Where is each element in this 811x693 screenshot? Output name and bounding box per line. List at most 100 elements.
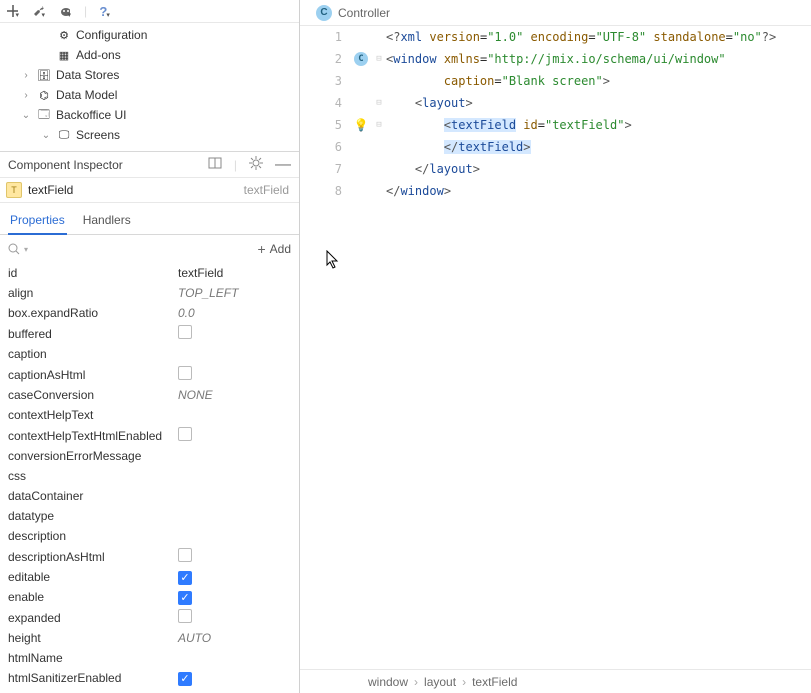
tree-item-data-stores[interactable]: ›🗄Data Stores bbox=[0, 65, 299, 85]
code-content[interactable]: <?xml version="1.0" encoding="UTF-8" sta… bbox=[386, 26, 811, 669]
property-caseConversion[interactable]: caseConversionNONE bbox=[0, 385, 293, 405]
tree-item-configuration[interactable]: ⚙ Configuration bbox=[0, 25, 299, 45]
tree-label: Backoffice UI bbox=[56, 108, 126, 122]
property-captionAsHtml[interactable]: captionAsHtml bbox=[0, 364, 293, 385]
search-input[interactable]: ▾ bbox=[8, 243, 28, 255]
tree-item-data-model[interactable]: ›⌬Data Model bbox=[0, 85, 299, 105]
property-enable[interactable]: enable bbox=[0, 587, 293, 607]
checkbox[interactable] bbox=[178, 609, 192, 623]
property-htmlName[interactable]: htmlName bbox=[0, 648, 293, 668]
checkbox[interactable] bbox=[178, 591, 192, 605]
property-name: datatype bbox=[8, 509, 178, 523]
property-value: TOP_LEFT bbox=[178, 286, 293, 300]
tree-label: Add-ons bbox=[76, 48, 121, 62]
property-name: buffered bbox=[8, 327, 178, 341]
checkbox[interactable] bbox=[178, 672, 192, 686]
tree-item-add-ons[interactable]: ▦Add-ons bbox=[0, 45, 299, 65]
property-value: 0.0 bbox=[178, 306, 293, 320]
property-descriptionAsHtml[interactable]: descriptionAsHtml bbox=[0, 546, 293, 567]
code-line-7[interactable]: </layout> bbox=[386, 158, 811, 180]
code-line-2[interactable]: <window xmlns="http://jmix.io/schema/ui/… bbox=[386, 48, 811, 70]
wrench-icon[interactable]: ▾ bbox=[32, 3, 48, 19]
property-icon[interactable]: icon bbox=[0, 688, 293, 693]
dm-icon: ⌬ bbox=[36, 87, 52, 103]
plus-icon[interactable]: ▾ bbox=[6, 3, 22, 19]
tree-item-screens[interactable]: ⌄🖵Screens bbox=[0, 125, 299, 145]
object-name: textField bbox=[28, 183, 73, 197]
property-dataContainer[interactable]: dataContainer bbox=[0, 486, 293, 506]
tab-handlers[interactable]: Handlers bbox=[81, 209, 133, 234]
tree-label: Data Stores bbox=[56, 68, 119, 82]
property-name: dataContainer bbox=[8, 489, 178, 503]
property-conversionErrorMessage[interactable]: conversionErrorMessage bbox=[0, 446, 293, 466]
inspector-tabs: Properties Handlers bbox=[0, 203, 299, 235]
code-line-3[interactable]: caption="Blank screen"> bbox=[386, 70, 811, 92]
code-line-4[interactable]: <layout> bbox=[386, 92, 811, 114]
checkbox[interactable] bbox=[178, 571, 192, 585]
class-marker-icon[interactable]: C bbox=[354, 52, 368, 66]
add-button[interactable]: + Add bbox=[257, 241, 291, 257]
tab-controller[interactable]: C Controller bbox=[308, 2, 398, 24]
property-name: htmlSanitizerEnabled bbox=[8, 671, 178, 685]
inspector-object-row[interactable]: T textField textField bbox=[0, 178, 299, 203]
tree-item-backoffice-ui[interactable]: ⌄🗔Backoffice UI bbox=[0, 105, 299, 125]
search-icon bbox=[8, 243, 20, 255]
chevron-icon bbox=[40, 49, 52, 61]
property-caption[interactable]: caption bbox=[0, 344, 293, 364]
gutter-icons: C💡 bbox=[350, 26, 372, 669]
property-align[interactable]: alignTOP_LEFT bbox=[0, 283, 293, 303]
code-line-1[interactable]: <?xml version="1.0" encoding="UTF-8" sta… bbox=[386, 26, 811, 48]
property-contextHelpText[interactable]: contextHelpText bbox=[0, 405, 293, 425]
tree-label: Data Model bbox=[56, 88, 117, 102]
property-id[interactable]: idtextField bbox=[0, 263, 293, 283]
minimize-icon[interactable]: — bbox=[275, 156, 291, 174]
property-buffered[interactable]: buffered bbox=[0, 323, 293, 344]
checkbox[interactable] bbox=[178, 325, 192, 339]
line-numbers: 12345678 bbox=[300, 26, 350, 669]
property-name: enable bbox=[8, 590, 178, 604]
property-css[interactable]: css bbox=[0, 466, 293, 486]
editor-panel: C Controller 12345678 C💡 ⊟⊟⊟ <?xml versi… bbox=[300, 0, 811, 693]
breadcrumb: window›layout›textField bbox=[300, 669, 811, 693]
property-name: box.expandRatio bbox=[8, 306, 178, 320]
checkbox[interactable] bbox=[178, 548, 192, 562]
property-name: descriptionAsHtml bbox=[8, 550, 178, 564]
property-description[interactable]: description bbox=[0, 526, 293, 546]
object-type: textField bbox=[244, 183, 289, 197]
property-htmlSanitizerEnabled[interactable]: htmlSanitizerEnabled bbox=[0, 668, 293, 688]
window-icon[interactable] bbox=[208, 157, 222, 172]
breadcrumb-window[interactable]: window bbox=[368, 675, 408, 689]
chevron-right-icon: › bbox=[462, 675, 466, 689]
property-value: textField bbox=[178, 266, 293, 280]
tree-label: Configuration bbox=[76, 28, 147, 42]
code-editor[interactable]: 12345678 C💡 ⊟⊟⊟ <?xml version="1.0" enco… bbox=[300, 26, 811, 669]
code-line-5[interactable]: <textField id="textField"> bbox=[386, 114, 811, 136]
creature-icon[interactable]: ▾ bbox=[58, 3, 74, 19]
cfg-icon: ⚙ bbox=[56, 27, 72, 43]
property-datatype[interactable]: datatype bbox=[0, 506, 293, 526]
checkbox[interactable] bbox=[178, 366, 192, 380]
breadcrumb-textField[interactable]: textField bbox=[472, 675, 517, 689]
left-panel: ▾ ▾ ▾ | ?▾ ⚙Configuration▦Add-ons›🗄Data … bbox=[0, 0, 300, 693]
property-box-expandRatio[interactable]: box.expandRatio0.0 bbox=[0, 303, 293, 323]
properties-list[interactable]: idtextFieldalignTOP_LEFTbox.expandRatio0… bbox=[0, 263, 299, 693]
property-name: align bbox=[8, 286, 178, 300]
checkbox[interactable] bbox=[178, 427, 192, 441]
chevron-icon: ⌄ bbox=[20, 109, 32, 121]
scr-icon: 🖵 bbox=[56, 127, 72, 143]
fold-column: ⊟⊟⊟ bbox=[372, 26, 386, 669]
property-height[interactable]: heightAUTO bbox=[0, 628, 293, 648]
tab-properties[interactable]: Properties bbox=[8, 209, 67, 235]
property-name: conversionErrorMessage bbox=[8, 449, 178, 463]
breadcrumb-layout[interactable]: layout bbox=[424, 675, 456, 689]
property-expanded[interactable]: expanded bbox=[0, 607, 293, 628]
gear-icon[interactable] bbox=[249, 156, 263, 173]
hint-bulb-icon[interactable]: 💡 bbox=[354, 114, 369, 136]
code-line-6[interactable]: </textField> bbox=[386, 136, 811, 158]
code-line-8[interactable]: </window> bbox=[386, 180, 811, 202]
property-name: editable bbox=[8, 570, 178, 584]
chevron-icon bbox=[40, 29, 52, 41]
property-contextHelpTextHtmlEnabled[interactable]: contextHelpTextHtmlEnabled bbox=[0, 425, 293, 446]
help-icon[interactable]: ?▾ bbox=[97, 3, 113, 19]
property-editable[interactable]: editable bbox=[0, 567, 293, 587]
